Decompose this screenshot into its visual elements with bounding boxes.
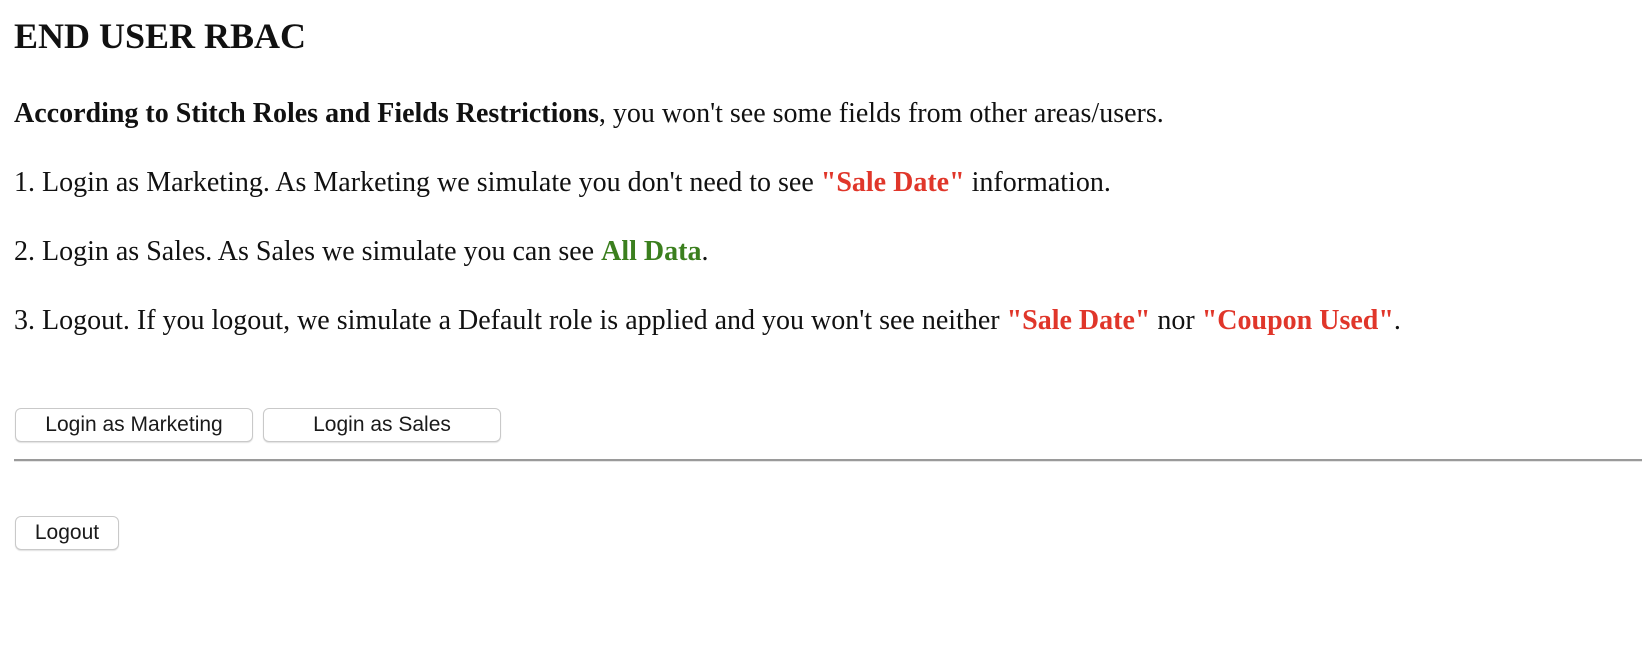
login-sales-button[interactable]: Login as Sales <box>263 408 501 442</box>
step-marketing-text: 1. Login as Marketing. As Marketing we s… <box>14 167 821 198</box>
step-sales-suffix: . <box>701 236 709 267</box>
intro-bold-text: According to Stitch Roles and Fields Res… <box>14 98 599 129</box>
step-logout: 3. Logout. If you logout, we simulate a … <box>14 303 1401 339</box>
restricted-field-label: "Coupon Used" <box>1201 305 1394 336</box>
intro-paragraph: According to Stitch Roles and Fields Res… <box>14 96 1164 132</box>
intro-rest-text: , you won't see some fields from other a… <box>598 98 1164 129</box>
step-marketing: 1. Login as Marketing. As Marketing we s… <box>14 165 1111 201</box>
allowed-data-label: All Data <box>601 236 702 267</box>
step-logout-middle: nor <box>1150 305 1202 336</box>
step-sales-text: 2. Login as Sales. As Sales we simulate … <box>14 236 602 267</box>
step-marketing-suffix: information. <box>964 167 1111 198</box>
horizontal-divider <box>14 459 1642 462</box>
step-logout-suffix: . <box>1393 305 1401 336</box>
restricted-field-label: "Sale Date" <box>1006 305 1151 336</box>
step-logout-text: 3. Logout. If you logout, we simulate a … <box>14 305 1007 336</box>
login-marketing-button[interactable]: Login as Marketing <box>15 408 253 442</box>
restricted-field-label: "Sale Date" <box>820 167 965 198</box>
page-title: END USER RBAC <box>14 16 307 56</box>
logout-button[interactable]: Logout <box>15 516 119 550</box>
step-sales: 2. Login as Sales. As Sales we simulate … <box>14 234 708 270</box>
